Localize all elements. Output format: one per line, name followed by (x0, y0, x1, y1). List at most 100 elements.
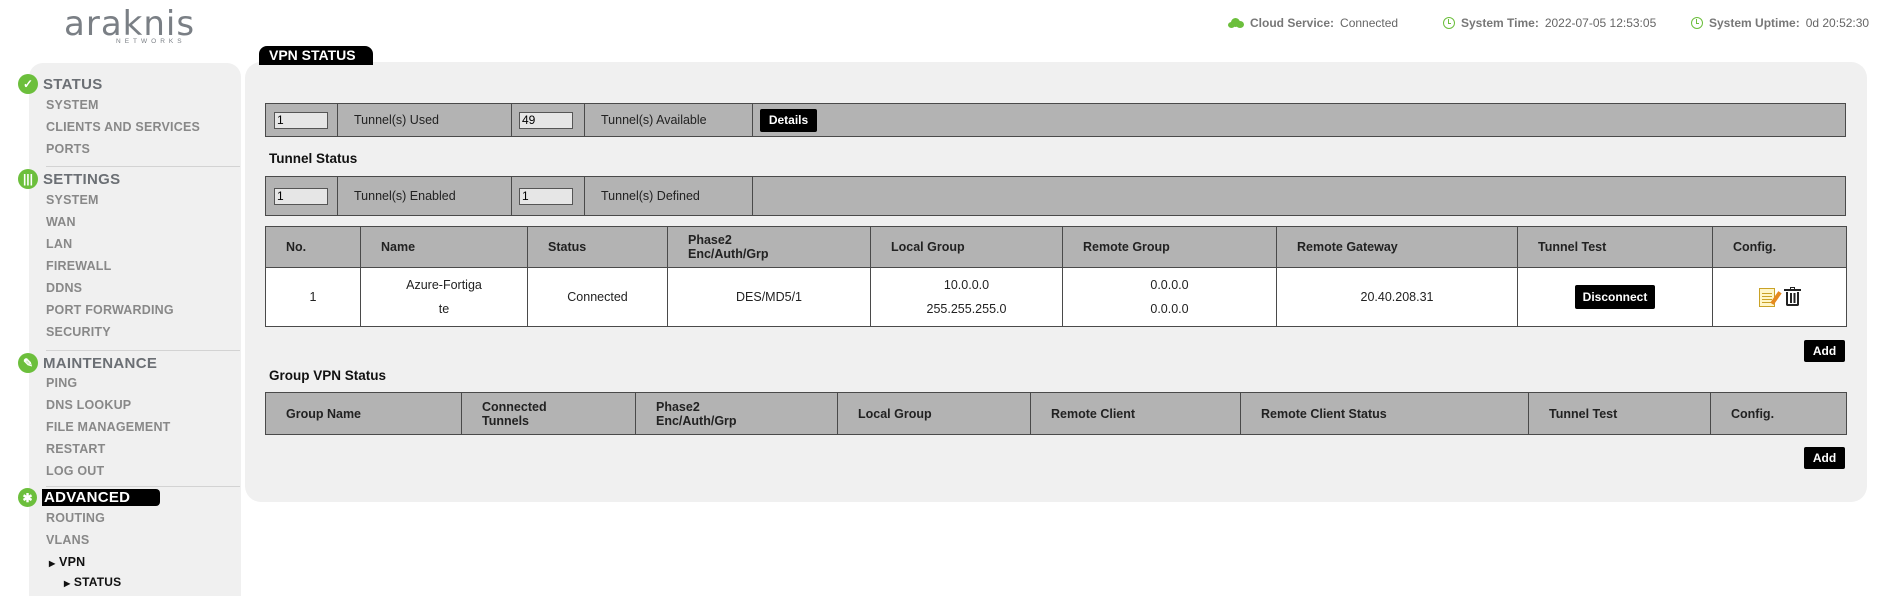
tunnel-summary-bar: Tunnel(s) Used Tunnel(s) Available Detai… (265, 103, 1846, 137)
local-group-ip: 10.0.0.0 (943, 278, 990, 292)
logo-wordmark: araknis (64, 4, 196, 44)
tunnel-number: 1 (265, 267, 361, 327)
tunnel-phase2: DES/MD5/1 (667, 267, 871, 327)
system-uptime-status: System Uptime: 0d 20:52:30 (1691, 16, 1869, 30)
column-header-line: Tunnels (482, 413, 529, 428)
cloud-service-label: Cloud Service: (1250, 16, 1335, 30)
column-header: Remote Client Status (1240, 392, 1529, 435)
add-group-vpn-button[interactable]: Add (1804, 447, 1845, 469)
sidebar-item-wan[interactable]: WAN (46, 215, 76, 229)
trash-icon[interactable] (1783, 287, 1801, 306)
column-header: Config. (1712, 226, 1847, 268)
column-header: Tunnel Test (1528, 392, 1711, 435)
column-header: Name (360, 226, 528, 268)
sidebar-item-routing[interactable]: ROUTING (46, 511, 105, 525)
sidebar-item-ddns[interactable]: DDNS (46, 281, 82, 295)
sidebar-item-vpn[interactable]: ▶ VPN (49, 555, 85, 569)
edit-icon[interactable] (1759, 287, 1776, 307)
details-button[interactable]: Details (760, 108, 817, 132)
table-header-row: Group Name Connected Tunnels Phase2 Enc/… (265, 392, 1847, 435)
tunnel-status: Connected (527, 267, 668, 327)
araknis-logo: araknis NETWORKS (64, 6, 204, 50)
cloud-icon (1228, 18, 1244, 28)
column-header: Remote Gateway (1276, 226, 1518, 268)
tunnels-enabled-field[interactable] (274, 187, 328, 205)
cloud-service-value: Connected (1340, 16, 1399, 30)
table-header-row: No. Name Status Phase2 Enc/Auth/Grp Loca… (265, 226, 1847, 268)
column-header: Connected Tunnels (461, 392, 636, 435)
sidebar-item-ping[interactable]: PING (46, 376, 77, 390)
sidebar-section-advanced[interactable]: ✱ ADVANCED (18, 488, 161, 507)
sidebar-item-port-forwarding[interactable]: PORT FORWARDING (46, 303, 174, 317)
column-header: Config. (1710, 392, 1847, 435)
column-header-line: Enc/Auth/Grp (688, 247, 769, 261)
column-header: Group Name (265, 392, 462, 435)
sidebar-item-log-out[interactable]: LOG OUT (46, 464, 104, 478)
check-icon: ✓ (18, 74, 38, 94)
section-title: MAINTENANCE (43, 354, 158, 372)
add-tunnel-button[interactable]: Add (1804, 340, 1845, 362)
clock-icon (1443, 17, 1455, 29)
tunnel-remote-group: 0.0.0.0 0.0.0.0 (1062, 267, 1277, 327)
nav-label: VPN (59, 555, 86, 569)
tunnel-name-line: Azure-Fortiga (406, 278, 482, 292)
sliders-icon: ||| (18, 169, 38, 189)
sidebar-divider (46, 166, 240, 167)
system-time-label: System Time: (1461, 16, 1539, 30)
wrench-icon: ✎ (18, 353, 38, 373)
tunnels-available-field[interactable] (519, 111, 573, 129)
sidebar-item-dns-lookup[interactable]: DNS LOOKUP (46, 398, 131, 412)
remote-group-ip: 0.0.0.0 (1150, 278, 1189, 292)
tunnels-used-field[interactable] (274, 111, 328, 129)
column-header: Status (527, 226, 668, 268)
sidebar-item-settings-system[interactable]: SYSTEM (46, 193, 99, 207)
sidebar-divider (46, 486, 240, 487)
column-header: Local Group (837, 392, 1031, 435)
column-header: Local Group (870, 226, 1063, 268)
system-uptime-label: System Uptime: (1709, 16, 1800, 30)
sidebar-section-maintenance[interactable]: ✎ MAINTENANCE (18, 353, 157, 373)
disconnect-button[interactable]: Disconnect (1575, 285, 1655, 309)
tunnels-used-label: Tunnel(s) Used (338, 104, 512, 136)
sidebar-item-vpn-status[interactable]: ▶ STATUS (64, 575, 121, 589)
tunnels-defined-label: Tunnel(s) Defined (585, 177, 753, 215)
group-vpn-status-title: Group VPN Status (269, 368, 387, 383)
sidebar-section-settings[interactable]: ||| SETTINGS (18, 169, 120, 189)
sidebar-item-ports[interactable]: PORTS (46, 142, 90, 156)
system-time-status: System Time: 2022-07-05 12:53:05 (1443, 16, 1656, 30)
sidebar-item-clients-and-services[interactable]: CLIENTS AND SERVICES (46, 120, 200, 134)
sidebar-item-vlans[interactable]: VLANS (46, 533, 89, 547)
remote-group-mask: 0.0.0.0 (1150, 302, 1189, 316)
tunnel-enabled-bar: Tunnel(s) Enabled Tunnel(s) Defined (265, 176, 1846, 216)
clock-icon (1691, 17, 1703, 29)
tunnels-available-label: Tunnel(s) Available (585, 104, 753, 136)
sidebar-item-security[interactable]: SECURITY (46, 325, 111, 339)
sidebar-item-status-system[interactable]: SYSTEM (46, 98, 99, 112)
column-header: Tunnel Test (1517, 226, 1713, 268)
tunnel-local-group: 10.0.0.0 255.255.255.0 (870, 267, 1063, 327)
tunnels-defined-field[interactable] (519, 187, 573, 205)
tunnel-config-cell (1712, 267, 1847, 327)
system-time-value: 2022-07-05 12:53:05 (1544, 16, 1657, 30)
table-row: 1 Azure-Fortiga te Connected DES/MD5/1 1… (265, 267, 1847, 327)
column-header-line: Phase2 (688, 233, 732, 247)
tunnel-table: No. Name Status Phase2 Enc/Auth/Grp Loca… (265, 226, 1847, 327)
column-header-line: Connected (482, 399, 547, 414)
column-header: No. (265, 226, 361, 268)
local-group-mask: 255.255.255.0 (926, 302, 1007, 316)
section-title: STATUS (43, 75, 103, 93)
sidebar-item-lan[interactable]: LAN (46, 237, 72, 251)
sidebar-item-file-management[interactable]: FILE MANAGEMENT (46, 420, 171, 434)
tunnel-remote-gateway: 20.40.208.31 (1276, 267, 1518, 327)
column-header: Remote Group (1062, 226, 1277, 268)
sidebar-item-firewall[interactable]: FIREWALL (46, 259, 111, 273)
tunnel-status-title: Tunnel Status (269, 151, 358, 166)
system-uptime-value: 0d 20:52:30 (1805, 16, 1870, 30)
sidebar-item-restart[interactable]: RESTART (46, 442, 106, 456)
gear-icon: ✱ (18, 488, 37, 507)
caret-right-icon: ▶ (64, 579, 71, 588)
tunnel-name-line: te (438, 302, 450, 316)
sidebar-section-status[interactable]: ✓ STATUS (18, 74, 103, 94)
column-header-line: Enc/Auth/Grp (656, 413, 737, 428)
section-title: SETTINGS (43, 170, 121, 188)
